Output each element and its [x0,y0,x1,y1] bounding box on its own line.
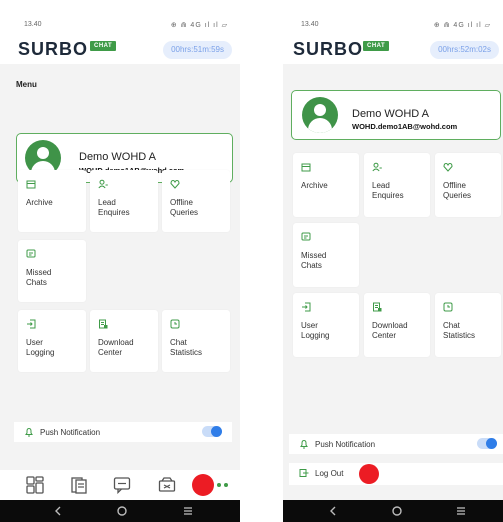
recording-indicator[interactable] [359,464,379,484]
bell-icon [300,439,308,449]
session-timer: 00hrs:52m:02s [430,41,499,59]
tile-download-center[interactable]: Download Center [364,293,430,357]
tile-label: Archive [301,181,328,190]
status-icons: ⊕ ⋒ 4G ıl ıl ▱ [170,22,228,29]
statistics-icon [443,302,453,312]
tile-user-logging[interactable]: User Logging [18,310,86,372]
tile-label: User Logging [26,338,55,357]
logo-badge: CHAT [363,41,390,51]
back-icon[interactable] [327,505,339,517]
status-dot [224,483,228,487]
menu-title: Menu [16,80,37,89]
missed-chat-icon [26,249,36,258]
status-bar: 13.40 ⊕ ⋒ 4G ıl ıl ▱ [283,0,503,36]
surbo-logo: SURBO [293,39,363,60]
push-notification-toggle[interactable] [202,426,222,437]
statistics-icon [170,319,180,329]
tile-label: Lead Enquires [372,181,404,200]
phone-screen-right: 13.40 ⊕ ⋒ 4G ıl ıl ▱ SURBO CHAT 00hrs:52… [283,0,503,522]
tile-offline-queries[interactable]: Offline Queries [435,153,501,217]
logout-label: Log Out [315,469,344,478]
push-notification-label: Push Notification [315,440,376,449]
chat-icon[interactable] [113,476,131,494]
status-icons: ⊕ ⋒ 4G ıl ıl ▱ [433,22,491,29]
recents-icon[interactable] [455,505,467,517]
heart-shield-icon [170,179,180,189]
logout-row[interactable]: Log Out [289,463,503,485]
tile-label: User Logging [301,321,330,340]
tile-label: Offline Queries [443,181,472,200]
status-bar: 13.40 ⊕ ⋒ 4G ıl ıl ▱ [0,0,240,36]
tile-label: Download Center [372,321,408,340]
session-timer: 00hrs:51m:59s [163,41,232,59]
documents-icon[interactable] [70,476,88,494]
push-notification-label: Push Notification [40,428,101,437]
tile-lead-enquires[interactable]: Lead Enquires [364,153,430,217]
tile-offline-queries[interactable]: Offline Queries [162,170,230,232]
screenshot-stage: 13.40 ⊕ ⋒ 4G ıl ıl ▱ SURBO CHAT 00hrs:51… [0,0,503,522]
heart-shield-icon [443,162,453,172]
tile-chat-statistics[interactable]: Chat Statistics [162,310,230,372]
status-dot [217,483,221,487]
tile-label: Missed Chats [26,268,52,287]
user-add-icon [372,162,382,172]
tile-archive[interactable]: Archive [18,170,86,232]
ticket-icon[interactable] [158,476,176,494]
surbo-logo: SURBO [18,39,88,60]
tile-download-center[interactable]: Download Center [90,310,158,372]
android-nav-bar [0,500,240,522]
profile-card[interactable]: Demo WOHD A WOHD.demo1AB@wohd.com [291,90,501,140]
app-header: SURBO CHAT 00hrs:51m:59s [0,36,240,64]
download-doc-icon [373,302,382,312]
tile-user-logging[interactable]: User Logging [293,293,359,357]
tile-label: Chat Statistics [170,338,203,357]
recents-icon[interactable] [182,505,194,517]
status-time: 13.40 [301,21,319,28]
tile-label: Offline Queries [170,198,199,217]
tile-archive[interactable]: Archive [293,153,359,217]
tile-label: Missed Chats [301,251,327,270]
recording-indicator[interactable] [192,474,214,496]
home-icon[interactable] [391,505,403,517]
tile-missed-chats[interactable]: Missed Chats [18,240,86,302]
profile-name: Demo WOHD A [352,108,430,120]
push-notification-row: Push Notification [14,422,232,442]
avatar-icon [302,97,338,133]
login-icon [302,302,311,312]
login-icon [27,319,36,329]
tile-label: Download Center [98,338,134,357]
tile-chat-statistics[interactable]: Chat Statistics [435,293,501,357]
download-doc-icon [99,319,108,329]
bell-icon [25,427,33,437]
android-nav-bar [283,500,503,522]
archive-icon [301,163,311,172]
profile-name: Demo WOHD A [79,151,157,163]
dashboard-icon[interactable] [26,476,44,494]
push-notification-toggle[interactable] [477,438,497,449]
tile-missed-chats[interactable]: Missed Chats [293,223,359,287]
profile-email: WOHD.demo1AB@wohd.com [352,122,458,131]
back-icon[interactable] [52,505,64,517]
user-add-icon [98,179,108,189]
archive-icon [26,180,36,189]
push-notification-row: Push Notification [289,434,503,454]
missed-chat-icon [301,232,311,241]
logo-text: SURBO [18,39,89,59]
logo-badge: CHAT [90,41,117,51]
tile-lead-enquires[interactable]: Lead Enquires [90,170,158,232]
tile-label: Lead Enquires [98,198,130,217]
tile-label: Archive [26,198,53,207]
status-time: 13.40 [24,21,42,28]
home-icon[interactable] [116,505,128,517]
tile-label: Chat Statistics [443,321,476,340]
logo-text: SURBO [293,39,364,59]
phone-screen-left: 13.40 ⊕ ⋒ 4G ıl ıl ▱ SURBO CHAT 00hrs:51… [0,0,240,522]
logout-icon [299,469,309,477]
bottom-tab-bar [0,470,240,500]
app-header: SURBO CHAT 00hrs:52m:02s [283,36,503,64]
